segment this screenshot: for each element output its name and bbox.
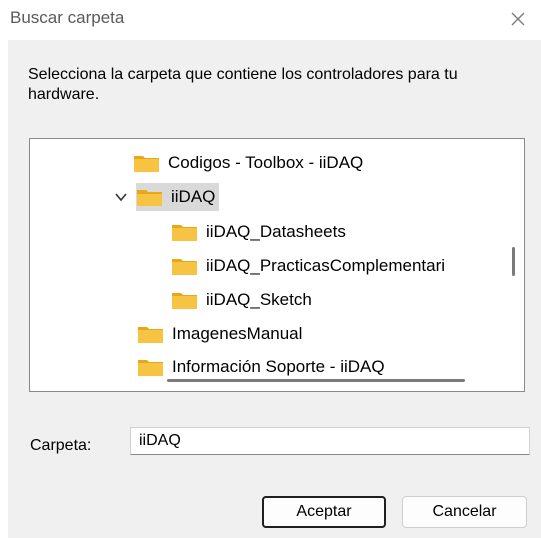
folder-icon xyxy=(172,225,197,241)
folder-input[interactable] xyxy=(130,427,530,455)
close-button[interactable] xyxy=(495,0,541,38)
close-icon xyxy=(511,12,525,26)
tree-item-codigos-toolbox[interactable]: Codigos - Toolbox - iiDAQ xyxy=(133,149,363,177)
accept-button[interactable]: Aceptar xyxy=(262,496,386,528)
chevron-down-icon[interactable] xyxy=(114,190,128,204)
tree-item-informacion-soporte[interactable]: Información Soporte - iiDAQ xyxy=(137,353,385,381)
tree-item-iidaq[interactable]: iiDAQ xyxy=(136,183,220,211)
tree-item-label: iiDAQ_Sketch xyxy=(206,290,312,309)
cancel-button[interactable]: Cancelar xyxy=(402,496,527,528)
tree-item-imagenes-manual[interactable]: ImagenesManual xyxy=(137,320,302,348)
tree-item-label: iiDAQ_PracticasComplementari xyxy=(206,256,446,275)
folder-icon xyxy=(134,156,159,172)
folder-label: Carpeta: xyxy=(30,437,92,454)
dialog-body: Selecciona la carpeta que contiene los c… xyxy=(8,40,541,538)
horizontal-scrollbar[interactable] xyxy=(167,379,465,382)
folder-tree[interactable]: Codigos - Toolbox - iiDAQ iiDAQ iiDAQ_Da… xyxy=(29,138,525,392)
title-bar: Buscar carpeta xyxy=(0,0,541,40)
window-title: Buscar carpeta xyxy=(10,8,125,27)
tree-item-label: iiDAQ_Datasheets xyxy=(206,222,346,241)
folder-icon xyxy=(138,327,163,343)
tree-item-label: ImagenesManual xyxy=(172,324,303,343)
tree-item-iidaq-practicas[interactable]: iiDAQ_PracticasComplementari xyxy=(171,252,445,280)
folder-icon xyxy=(138,360,163,376)
tree-item-label: iiDAQ xyxy=(171,187,216,206)
tree-item-label: Codigos - Toolbox - iiDAQ xyxy=(168,153,364,172)
folder-open-icon xyxy=(137,190,162,206)
instruction-text: Selecciona la carpeta que contiene los c… xyxy=(28,66,458,103)
vertical-scrollbar[interactable] xyxy=(512,247,515,276)
tree-item-iidaq-datasheets[interactable]: iiDAQ_Datasheets xyxy=(171,218,346,246)
folder-icon xyxy=(172,259,197,275)
tree-item-iidaq-sketch[interactable]: iiDAQ_Sketch xyxy=(171,286,312,314)
folder-icon xyxy=(172,293,197,309)
tree-item-label: Información Soporte - iiDAQ xyxy=(172,357,385,376)
